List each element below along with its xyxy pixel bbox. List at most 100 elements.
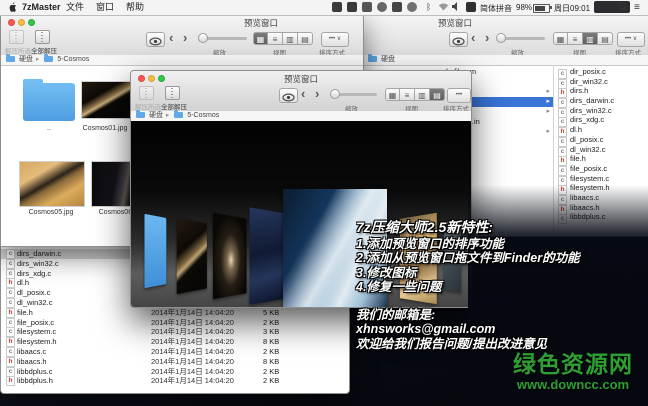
browser-file-item[interactable]: c dirs_xdg.c (554, 115, 648, 128)
wifi-icon[interactable] (438, 2, 449, 14)
carousel-item-cosmos02[interactable] (212, 212, 247, 300)
sort-dropdown[interactable]: ••• ∨ (321, 32, 349, 47)
quicklook-eye-button[interactable] (279, 88, 298, 103)
zoom-slider[interactable] (496, 33, 545, 43)
path-item-root[interactable]: 硬盘 (19, 56, 33, 63)
preview-titlebar[interactable]: 预览窗口 (131, 71, 471, 85)
status-icon-2[interactable] (347, 2, 357, 12)
zoom-slider-knob[interactable] (496, 33, 506, 43)
sort-dots-icon: ••• (624, 36, 632, 42)
extract-selected-button[interactable]: 解压所选 (5, 30, 31, 55)
menu-app-name[interactable]: 7zMaster (22, 2, 61, 13)
browser-file-item[interactable]: c dirs_win32.c (554, 106, 648, 118)
back-button[interactable]: ‹ (471, 30, 475, 45)
browser-file-item[interactable]: c filesystem.c (554, 174, 648, 186)
view-columns-button[interactable]: ▥ (415, 88, 430, 101)
minimize-button[interactable] (18, 19, 25, 26)
file-list-row[interactable]: c libaacs.c 2014年1月14日 14:04:20 2 KB (1, 346, 349, 357)
browser-titlebar[interactable]: 预览窗口 (363, 15, 648, 29)
quicklook-eye-button[interactable] (449, 32, 468, 47)
sort-dropdown[interactable]: ••• (447, 88, 471, 103)
file-list-row[interactable]: c filesystem.c 2014年1月14日 14:04:20 3 KB (1, 327, 349, 338)
status-icon-1[interactable] (332, 2, 342, 12)
thumbnail-cosmos05[interactable] (19, 161, 85, 207)
extract-all-button[interactable]: 全部解压 (31, 30, 57, 55)
quicklook-eye-button[interactable] (146, 32, 165, 47)
view-list-button[interactable]: ≡ (268, 32, 283, 45)
file-list-row[interactable]: h libaacs.h 2014年1月14日 14:04:20 8 KB (1, 356, 349, 367)
spotlight-search-icon[interactable] (618, 2, 628, 15)
file-type-icon: c (6, 317, 15, 328)
file-size: 2 KB (263, 376, 280, 386)
view-list-button[interactable]: ≡ (400, 88, 415, 101)
thumbnail-cosmos01[interactable] (81, 81, 131, 119)
path-item-folder[interactable]: 5-Cosmos (57, 56, 89, 63)
thumbnail-label[interactable]: Cosmos05.jpg (15, 209, 87, 216)
browser-file-item[interactable]: h file.h (554, 154, 648, 167)
path-item-folder[interactable]: 5-Cosmos (187, 112, 219, 119)
view-list-button[interactable]: ≡ (568, 32, 583, 45)
file-name: file_posix.c (17, 317, 55, 327)
extract-all-button[interactable]: 全部解压 (161, 86, 187, 111)
zoom-button[interactable] (28, 19, 35, 26)
back-button[interactable]: ‹ (301, 86, 305, 101)
menu-file[interactable]: 文件 (66, 2, 84, 13)
browser-file-item[interactable]: c dirs_darwin.c (554, 96, 648, 109)
battery-icon[interactable] (533, 4, 552, 13)
file-list-row[interactable]: c libbdplus.c 2014年1月14日 14:04:20 2 KB (1, 366, 349, 377)
extract-selected-button[interactable]: 解压所选 (135, 86, 161, 111)
path-item-root[interactable]: 硬盘 (149, 112, 163, 119)
zoom-slider-knob[interactable] (330, 89, 340, 99)
input-method-icon[interactable] (466, 2, 476, 12)
view-coverflow-button[interactable]: ▤ (298, 32, 313, 45)
carousel-item-folder-icon[interactable] (144, 213, 167, 289)
file-size: 5 KB (263, 307, 280, 317)
browser-file-item[interactable]: c dl_win32.c (554, 145, 648, 157)
parent-folder-icon[interactable] (23, 79, 75, 121)
input-method-label[interactable]: 简体拼音 (480, 3, 512, 14)
menu-clock[interactable]: 周日09:01 (554, 3, 590, 14)
status-icon-6[interactable] (407, 2, 417, 12)
volume-icon[interactable] (452, 2, 462, 14)
browser-file-item[interactable]: c file_posix.c (554, 164, 648, 176)
icon-window-titlebar[interactable]: 预览窗口 (1, 15, 363, 29)
file-list-row[interactable]: h libbdplus.h 2014年1月14日 14:04:20 2 KB (1, 376, 349, 387)
file-list-row[interactable]: h filesystem.h 2014年1月14日 14:04:20 8 KB (1, 337, 349, 348)
close-button[interactable] (8, 19, 15, 26)
view-coverflow-button[interactable]: ▤ (598, 32, 613, 45)
view-columns-button[interactable]: ▥ (283, 32, 298, 45)
status-icon-5[interactable] (392, 2, 402, 12)
browser-file-item[interactable]: c dl_posix.c (554, 135, 648, 147)
view-grid-button[interactable]: ▦ (385, 88, 400, 101)
menu-window[interactable]: 窗口 (96, 2, 114, 13)
file-list-row[interactable]: h file.h 2014年1月14日 14:04:20 5 KB (1, 307, 349, 318)
carousel-item-cosmos01[interactable] (176, 217, 207, 295)
browser-file-item[interactable]: h dl.h (554, 125, 648, 138)
zoom-slider[interactable] (330, 89, 377, 99)
file-name: filesystem.c (17, 327, 57, 337)
status-icon-4[interactable] (377, 2, 387, 12)
view-grid-button[interactable]: ▦ (553, 32, 568, 45)
path-item[interactable]: 硬盘 (381, 56, 395, 63)
view-columns-button[interactable]: ▥ (583, 32, 598, 45)
browser-file-item[interactable]: c dir_win32.c (554, 77, 648, 89)
menu-help[interactable]: 帮助 (126, 2, 144, 13)
zoom-slider[interactable] (198, 33, 247, 43)
forward-button[interactable]: › (485, 30, 489, 45)
file-list-row[interactable]: c file_posix.c 2014年1月14日 14:04:20 2 KB (1, 317, 349, 328)
notification-center-icon[interactable]: ≡ (634, 2, 640, 13)
back-button[interactable]: ‹ (169, 30, 173, 45)
status-icon-3[interactable] (362, 2, 372, 12)
contact-intro: 我们的邮箱是: (356, 307, 436, 322)
zoom-slider-knob[interactable] (198, 33, 208, 43)
parent-folder-label[interactable]: .. (23, 125, 75, 132)
view-grid-button[interactable]: ▦ (253, 32, 268, 45)
browser-file-item[interactable]: h dirs.h (554, 86, 648, 99)
apple-menu-icon[interactable] (8, 2, 17, 16)
forward-button[interactable]: › (183, 30, 187, 45)
forward-button[interactable]: › (315, 86, 319, 101)
bluetooth-icon[interactable]: ᛒ (426, 2, 431, 13)
view-coverflow-button[interactable]: ▤ (430, 88, 445, 101)
browser-file-item[interactable]: c dir_posix.c (554, 67, 648, 79)
sort-dropdown[interactable]: ••• ∨ (617, 32, 645, 47)
